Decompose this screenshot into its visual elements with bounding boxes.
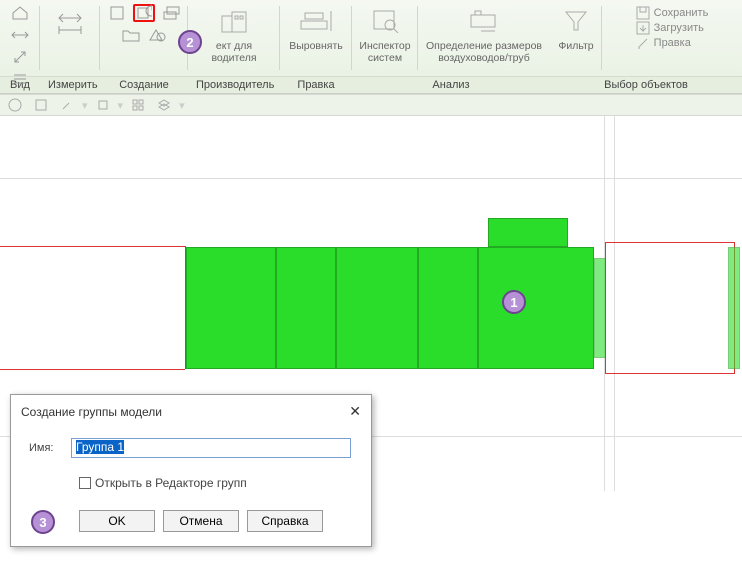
panel-selection: Сохранить Загрузить Правка: [602, 0, 742, 76]
filter-label: Фильтр: [558, 40, 593, 52]
create-group-dialog: Создание группы модели ✕ Имя: Группа 1 О…: [10, 394, 372, 547]
duct-sizing-icon[interactable]: [467, 4, 501, 38]
box-icon[interactable]: [107, 4, 129, 22]
inspector-icon[interactable]: [368, 4, 402, 38]
shapes-icon[interactable]: [146, 26, 168, 44]
callout-3: 3: [31, 510, 55, 534]
duct-segment-right[interactable]: [728, 247, 740, 369]
folder-icon[interactable]: [120, 26, 142, 44]
load-selection[interactable]: Загрузить: [636, 21, 709, 35]
open-editor-checkbox[interactable]: [79, 477, 91, 489]
manufacturer-content-label: ект для водителя: [211, 40, 256, 64]
edit-selection[interactable]: Правка: [636, 36, 709, 50]
load-icon: [636, 21, 650, 35]
edit-label: Правка: [654, 37, 691, 49]
name-label: Имя:: [29, 442, 59, 454]
qat-paste-icon[interactable]: [30, 96, 52, 114]
ductsize-label: Определение размеров воздуховодов/труб: [426, 40, 542, 64]
ok-button[interactable]: OK: [79, 510, 155, 532]
cancel-button[interactable]: Отмена: [163, 510, 239, 532]
panel-filter: Фильтр: [550, 0, 602, 76]
quick-access-toolbar: ▾ ▾ ▾: [0, 94, 742, 116]
qat-layers-icon[interactable]: [153, 96, 175, 114]
duct-segment[interactable]: [186, 247, 276, 369]
help-button[interactable]: Справка: [247, 510, 323, 532]
guide-box: [605, 242, 735, 374]
duct-segment[interactable]: [336, 247, 418, 369]
arrows-d-icon[interactable]: [9, 48, 31, 66]
panel-ductsize: Определение размеров воздуховодов/труб: [418, 0, 550, 76]
duct-segment[interactable]: [418, 247, 478, 369]
tab-create[interactable]: Создание: [100, 77, 188, 93]
arrows-h-icon[interactable]: [9, 26, 31, 44]
panel-analyze-group: Инспектор систем Определение размеров во…: [352, 0, 550, 76]
tab-measure[interactable]: Измерить: [40, 77, 100, 93]
tab-manufacturer[interactable]: Производитель: [188, 77, 280, 93]
dimension-icon[interactable]: [53, 4, 87, 38]
panel-measure: [40, 0, 100, 76]
tab-edit[interactable]: Правка: [280, 77, 352, 93]
dialog-title: Создание группы модели: [21, 405, 162, 419]
panel-manufacturer: ект для водителя 2: [188, 0, 280, 76]
tab-selection[interactable]: Выбор объектов: [550, 77, 742, 93]
stack-icon[interactable]: [159, 4, 181, 22]
panel-view: [0, 0, 40, 76]
inspector-label: Инспектор систем: [359, 40, 410, 64]
load-label: Загрузить: [654, 22, 704, 34]
group-name-value: Группа 1: [76, 440, 124, 454]
disk-icon: [636, 6, 650, 20]
pencil-icon: [636, 36, 650, 50]
house-icon[interactable]: [9, 4, 31, 22]
panel-create: [100, 0, 188, 76]
duct-branch[interactable]: [488, 218, 568, 247]
close-icon[interactable]: ✕: [349, 403, 361, 420]
ribbon: ект для водителя 2 Выровнять Инспектор с…: [0, 0, 742, 77]
callout-1: 1: [502, 290, 526, 314]
drawing-canvas[interactable]: 1 Создание группы модели ✕ Имя: Группа 1…: [0, 116, 742, 491]
align-icon[interactable]: [299, 4, 333, 38]
save-label: Сохранить: [654, 7, 709, 19]
panel-inspector: Инспектор систем: [352, 0, 418, 76]
menu-lines-icon[interactable]: [9, 70, 31, 88]
tab-analyze[interactable]: Анализ: [352, 77, 550, 93]
panel-edit: Выровнять: [280, 0, 352, 76]
qat-grid-icon[interactable]: [127, 96, 149, 114]
open-editor-label: Открыть в Редакторе групп: [95, 476, 247, 490]
building-icon[interactable]: [217, 4, 251, 38]
group-name-input[interactable]: Группа 1: [71, 438, 351, 458]
qat-wrench-icon[interactable]: [56, 96, 78, 114]
qat-crop-icon[interactable]: [92, 96, 114, 114]
duct-segment[interactable]: [478, 247, 594, 369]
callout-2: 2: [178, 30, 202, 54]
funnel-icon[interactable]: [559, 4, 593, 38]
create-group-icon[interactable]: [133, 4, 155, 22]
duct-segment[interactable]: [276, 247, 336, 369]
align-label: Выровнять: [289, 40, 343, 52]
panel-names: Вид Измерить Создание Производитель Прав…: [0, 77, 742, 94]
qat-globe-icon[interactable]: [4, 96, 26, 114]
save-selection[interactable]: Сохранить: [636, 6, 709, 20]
